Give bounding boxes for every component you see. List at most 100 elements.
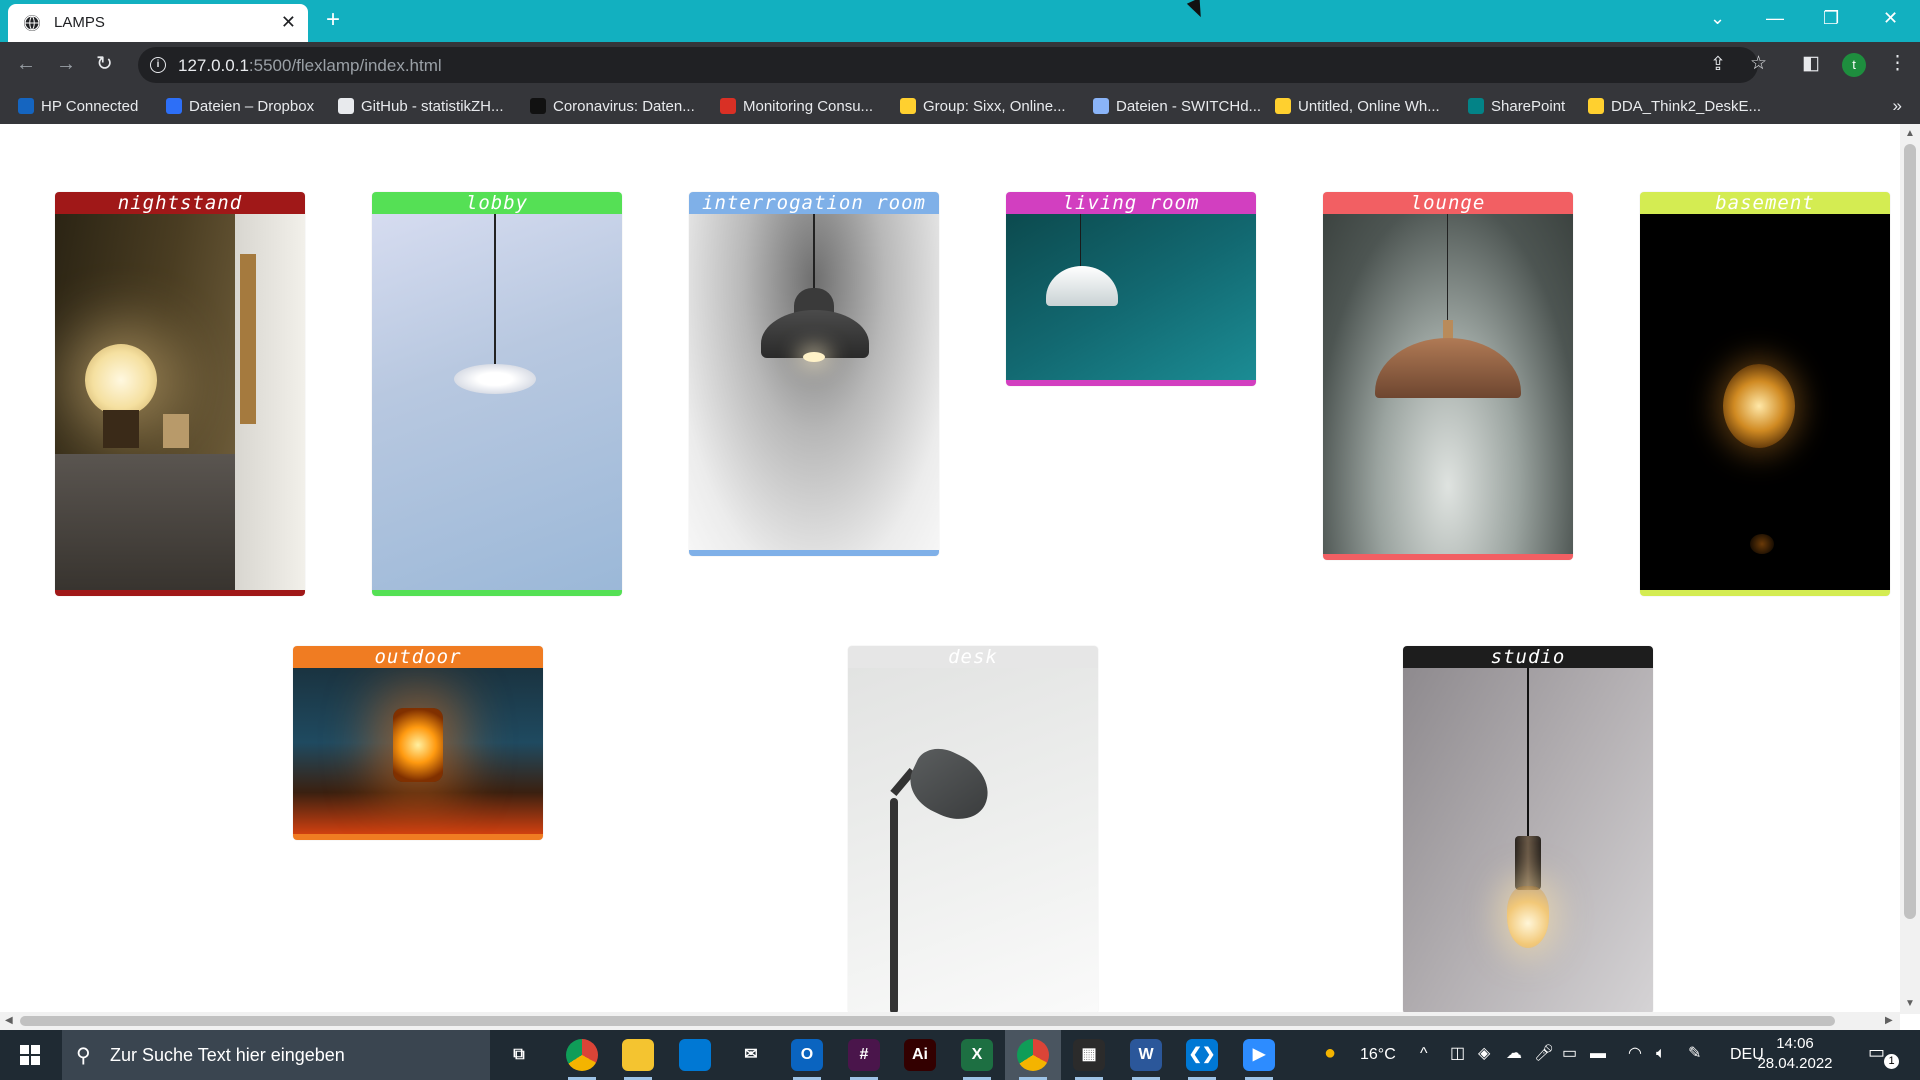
task-view-icon[interactable]: ⧉ <box>503 1039 535 1071</box>
tray-dropbox-icon[interactable]: ◈ <box>1478 1044 1490 1064</box>
scroll-down-icon[interactable]: ▼ <box>1905 998 1915 1009</box>
horizontal-scrollbar[interactable]: ◀ ▶ <box>0 1012 1900 1030</box>
weather-temperature[interactable]: 16°C <box>1360 1045 1396 1065</box>
bookmark-item[interactable]: GitHub - statistikZH... <box>338 96 504 116</box>
store-icon[interactable] <box>679 1039 711 1071</box>
clock-time: 14:06 <box>1776 1035 1814 1052</box>
taskbar-search-box[interactable]: ⚲ Zur Suche Text hier eingeben <box>62 1030 490 1080</box>
bookmark-item[interactable]: Dateien - SWITCHd... <box>1093 96 1261 116</box>
tray-mic-icon[interactable]: 🎤︎ <box>1534 1044 1554 1064</box>
site-info-icon[interactable]: i <box>150 57 166 73</box>
vertical-scrollbar[interactable]: ▲ ▼ <box>1900 124 1920 1014</box>
monitoring-icon <box>720 98 736 114</box>
bookmark-item[interactable]: DDA_Think2_DeskE... <box>1588 96 1761 116</box>
file-explorer-icon[interactable] <box>622 1039 654 1071</box>
close-window-button[interactable]: ✕ <box>1883 8 1898 28</box>
browser-title-bar: LAMPS ✕ + ⌄ — ❐ ✕ <box>0 0 1920 42</box>
tray-volume-icon[interactable]: 🔈︎ <box>1656 1044 1666 1064</box>
back-arrow-icon[interactable]: ← <box>16 52 36 76</box>
menu-kebab-icon[interactable]: ⋮ <box>1888 52 1907 76</box>
forward-arrow-icon[interactable]: → <box>56 52 76 76</box>
url-path: :5500/flexlamp/index.html <box>248 56 442 75</box>
url-text[interactable]: 127.0.0.1:5500/flexlamp/index.html <box>178 56 442 76</box>
bookmark-label: DDA_Think2_DeskE... <box>1611 97 1762 115</box>
bookmarks-bar: HP Connected Dateien – Dropbox GitHub - st… <box>0 88 1920 124</box>
bookmark-item[interactable]: Coronavirus: Daten... <box>530 96 695 116</box>
bookmark-label: Monitoring Consu... <box>743 97 874 115</box>
address-bar[interactable]: i 127.0.0.1:5500/flexlamp/index.html ⇪ ☆ <box>138 47 1767 83</box>
bookmark-star-icon[interactable]: ☆ <box>1750 53 1767 75</box>
desk-lamp-image <box>848 668 1098 1014</box>
lamp-card-interrogation-room[interactable]: interrogation room <box>689 192 939 556</box>
bookmark-item[interactable]: Dateien – Dropbox <box>166 96 314 116</box>
sharepoint-icon <box>1468 98 1484 114</box>
bookmark-label: Untitled, Online Wh... <box>1298 97 1440 115</box>
bookmark-item[interactable]: Untitled, Online Wh... <box>1275 96 1440 116</box>
tray-onedrive-icon[interactable]: ☁ <box>1506 1044 1522 1064</box>
tray-chevron-icon[interactable]: ^ <box>1420 1044 1428 1064</box>
lamp-card-living-room[interactable]: living room <box>1006 192 1256 386</box>
lamp-card-lounge[interactable]: lounge <box>1323 192 1573 560</box>
zoom-icon[interactable]: ▶ <box>1243 1039 1275 1071</box>
card-label: lounge <box>1323 192 1573 214</box>
card-footer <box>55 590 305 596</box>
vertical-scroll-thumb[interactable] <box>1904 144 1916 919</box>
vscode-icon[interactable]: ❮❯ <box>1186 1039 1218 1071</box>
tray-pen-icon[interactable]: ✎ <box>1688 1044 1701 1064</box>
card-footer <box>372 590 622 596</box>
tray-battery-icon[interactable]: ▬ <box>1590 1044 1606 1064</box>
share-icon[interactable]: ⇪ <box>1710 54 1726 76</box>
lounge-lamp-image <box>1323 214 1573 554</box>
bookmark-label: GitHub - statistikZH... <box>361 97 504 115</box>
bookmarks-overflow-icon[interactable]: » <box>1893 96 1902 116</box>
illustrator-icon[interactable]: Ai <box>904 1039 936 1071</box>
studio-bulb-image <box>1403 668 1653 1014</box>
reload-icon[interactable]: ↻ <box>96 52 113 76</box>
lamp-card-lobby[interactable]: lobby <box>372 192 622 596</box>
chrome-profile-icon[interactable] <box>1017 1039 1049 1071</box>
bookmark-item[interactable]: Group: Sixx, Online... <box>900 96 1066 116</box>
horizontal-scroll-thumb[interactable] <box>20 1016 1835 1026</box>
weather-sun-icon[interactable]: ● <box>1324 1043 1336 1063</box>
tray-display-icon[interactable]: ▭ <box>1562 1044 1577 1064</box>
bookmark-item[interactable]: Monitoring Consu... <box>720 96 873 116</box>
tray-wifi-icon[interactable]: ◠ <box>1628 1044 1642 1064</box>
bookmark-item[interactable]: SharePoint <box>1468 96 1565 116</box>
side-panel-icon[interactable]: ◧ <box>1802 52 1820 76</box>
interrogation-lamp-image <box>689 214 939 550</box>
bookmark-label: Group: Sixx, Online... <box>923 97 1066 115</box>
hp-icon <box>18 98 34 114</box>
minimize-button[interactable]: — <box>1766 8 1784 28</box>
scroll-left-icon[interactable]: ◀ <box>5 1015 13 1026</box>
calculator-icon[interactable]: ▦ <box>1073 1039 1105 1071</box>
mail-icon[interactable]: ✉ <box>735 1039 767 1071</box>
lamp-card-studio[interactable]: studio <box>1403 646 1653 1014</box>
slack-icon[interactable]: # <box>848 1039 880 1071</box>
miro-icon <box>900 98 916 114</box>
card-label: desk <box>848 646 1098 668</box>
outdoor-lantern-image <box>293 668 543 834</box>
lamp-card-nightstand[interactable]: nightstand <box>55 192 305 596</box>
lamp-card-outdoor[interactable]: outdoor <box>293 646 543 840</box>
new-tab-button[interactable]: + <box>326 7 340 33</box>
tray-meet-icon[interactable]: ◫ <box>1450 1044 1465 1064</box>
browser-tab-active[interactable]: LAMPS ✕ <box>8 4 308 42</box>
tab-close-icon[interactable]: ✕ <box>281 12 296 32</box>
profile-avatar[interactable]: t <box>1842 53 1866 77</box>
scroll-up-icon[interactable]: ▲ <box>1905 128 1915 139</box>
nightstand-lamp-image <box>55 214 305 590</box>
excel-icon[interactable]: X <box>961 1039 993 1071</box>
windows-start-icon[interactable] <box>20 1045 40 1065</box>
tab-search-icon[interactable]: ⌄ <box>1710 8 1725 28</box>
lamp-card-desk[interactable]: desk <box>848 646 1098 1014</box>
taskbar-clock[interactable]: 14:06 28.04.2022 <box>1755 1034 1835 1074</box>
scroll-right-icon[interactable]: ▶ <box>1885 1015 1893 1026</box>
card-footer <box>1640 590 1890 596</box>
maximize-button[interactable]: ❐ <box>1823 8 1839 28</box>
chrome-icon[interactable] <box>566 1039 598 1071</box>
dropbox-icon <box>166 98 182 114</box>
lamp-card-basement[interactable]: basement <box>1640 192 1890 596</box>
bookmark-item[interactable]: HP Connected <box>18 96 138 116</box>
word-icon[interactable]: W <box>1130 1039 1162 1071</box>
outlook-icon[interactable]: O <box>791 1039 823 1071</box>
